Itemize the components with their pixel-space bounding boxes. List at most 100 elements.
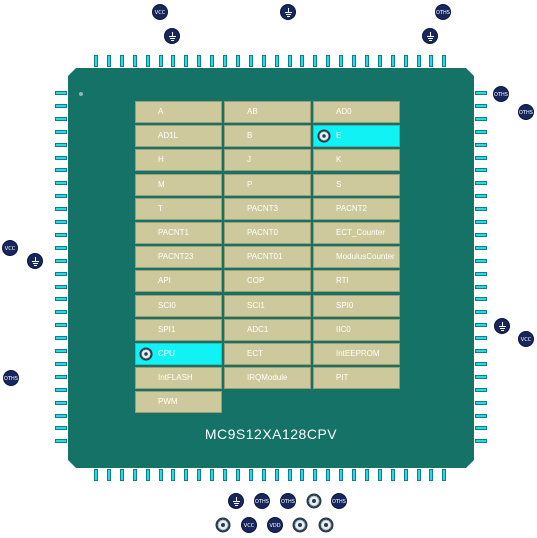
chip-pin[interactable] [288, 55, 292, 67]
gear-icon[interactable] [292, 517, 308, 533]
oths-power-icon[interactable]: OTHS [518, 104, 534, 120]
oths-power-icon[interactable]: OTHS [254, 493, 270, 509]
chip-pin[interactable] [55, 272, 67, 276]
chip-pin[interactable] [184, 55, 188, 67]
chip-pin[interactable] [55, 194, 67, 198]
module-api[interactable]: API [135, 270, 222, 293]
gear-icon[interactable] [215, 517, 231, 533]
chip-pin[interactable] [475, 323, 487, 327]
chip-pin[interactable] [475, 349, 487, 353]
chip-pin[interactable] [475, 168, 487, 172]
chip-pin[interactable] [236, 55, 240, 67]
chip-pin[interactable] [475, 156, 487, 160]
module-cpu[interactable]: CPU [135, 343, 222, 365]
chip-pin[interactable] [55, 246, 67, 250]
chip-pin[interactable] [55, 388, 67, 392]
chip-pin[interactable] [475, 426, 487, 430]
chip-pin[interactable] [429, 55, 433, 67]
module-s[interactable]: S [313, 173, 400, 196]
module-ad0[interactable]: AD0 [313, 101, 400, 123]
chip-pin[interactable] [417, 469, 421, 481]
chip-pin[interactable] [475, 143, 487, 147]
chip-pin[interactable] [236, 469, 240, 481]
chip-pin[interactable] [55, 168, 67, 172]
chip-pin[interactable] [55, 426, 67, 430]
chip-pin[interactable] [55, 323, 67, 327]
chip-pin[interactable] [107, 469, 111, 481]
chip-pin[interactable] [475, 233, 487, 237]
chip-pin[interactable] [313, 469, 317, 481]
module-rti[interactable]: RTI [313, 270, 400, 293]
module-pacnt1[interactable]: PACNT1 [135, 222, 222, 244]
module-moduluscounter[interactable]: ModulusCounter [313, 246, 400, 269]
chip-pin[interactable] [55, 285, 67, 289]
chip-pin[interactable] [475, 414, 487, 418]
chip-pin[interactable] [55, 220, 67, 224]
chip-pin[interactable] [197, 55, 201, 67]
chip-pin[interactable] [55, 310, 67, 314]
module-m[interactable]: M [135, 173, 222, 196]
chip-pin[interactable] [55, 349, 67, 353]
chip-pin[interactable] [94, 469, 98, 481]
chip-pin[interactable] [475, 388, 487, 392]
module-t[interactable]: T [135, 197, 222, 220]
chip-pin[interactable] [249, 469, 253, 481]
chip-pin[interactable] [475, 194, 487, 198]
ground-icon[interactable] [494, 318, 510, 334]
chip-pin[interactable] [159, 55, 163, 67]
vcc-power-icon[interactable]: VCC [152, 4, 168, 20]
chip-pin[interactable] [55, 401, 67, 405]
module-intflash[interactable]: IntFLASH [135, 367, 222, 390]
module-ect-counter[interactable]: ECT_Counter [313, 222, 400, 244]
chip-pin[interactable] [55, 181, 67, 185]
chip-pin[interactable] [475, 130, 487, 134]
chip-pin[interactable] [475, 207, 487, 211]
chip-pin[interactable] [55, 414, 67, 418]
chip-pin[interactable] [133, 469, 137, 481]
gear-icon[interactable] [306, 493, 322, 509]
module-k[interactable]: K [313, 149, 400, 172]
oths-power-icon[interactable]: OTHS [435, 4, 451, 20]
chip-pin[interactable] [475, 285, 487, 289]
chip-pin[interactable] [475, 362, 487, 366]
chip-pin[interactable] [55, 104, 67, 108]
chip-pin[interactable] [133, 55, 137, 67]
chip-pin[interactable] [404, 55, 408, 67]
chip-pin[interactable] [378, 55, 382, 67]
chip-pin[interactable] [55, 336, 67, 340]
chip-pin[interactable] [120, 469, 124, 481]
chip-pin[interactable] [365, 55, 369, 67]
module-ab[interactable]: AB [224, 101, 311, 123]
chip-pin[interactable] [55, 375, 67, 379]
chip-pin[interactable] [475, 104, 487, 108]
chip-pin[interactable] [184, 469, 188, 481]
chip-pin[interactable] [55, 362, 67, 366]
module-pacnt23[interactable]: PACNT23 [135, 246, 222, 269]
chip-pin[interactable] [275, 55, 279, 67]
chip-pin[interactable] [210, 55, 214, 67]
module-spi0[interactable]: SPI0 [313, 294, 400, 317]
chip-pin[interactable] [223, 55, 227, 67]
chip-pin[interactable] [475, 310, 487, 314]
chip-pin[interactable] [223, 469, 227, 481]
oths-power-icon[interactable]: OTHS [3, 370, 19, 386]
ground-icon[interactable] [228, 493, 244, 509]
module-b[interactable]: B [224, 125, 311, 148]
chip-pin[interactable] [159, 469, 163, 481]
module-sci0[interactable]: SCI0 [135, 294, 222, 317]
chip-pin[interactable] [391, 469, 395, 481]
chip-pin[interactable] [475, 220, 487, 224]
chip-pin[interactable] [475, 439, 487, 443]
chip-pin[interactable] [429, 469, 433, 481]
vcc-power-icon[interactable]: VCC [241, 517, 257, 533]
chip-pin[interactable] [55, 117, 67, 121]
module-j[interactable]: J [224, 149, 311, 172]
chip-pin[interactable] [326, 55, 330, 67]
chip-pin[interactable] [365, 469, 369, 481]
ground-icon[interactable] [164, 28, 180, 44]
module-adc1[interactable]: ADC1 [224, 318, 311, 341]
chip-pin[interactable] [378, 469, 382, 481]
module-ad1l[interactable]: AD1L [135, 125, 222, 148]
ground-icon[interactable] [280, 4, 296, 20]
chip-pin[interactable] [475, 117, 487, 121]
